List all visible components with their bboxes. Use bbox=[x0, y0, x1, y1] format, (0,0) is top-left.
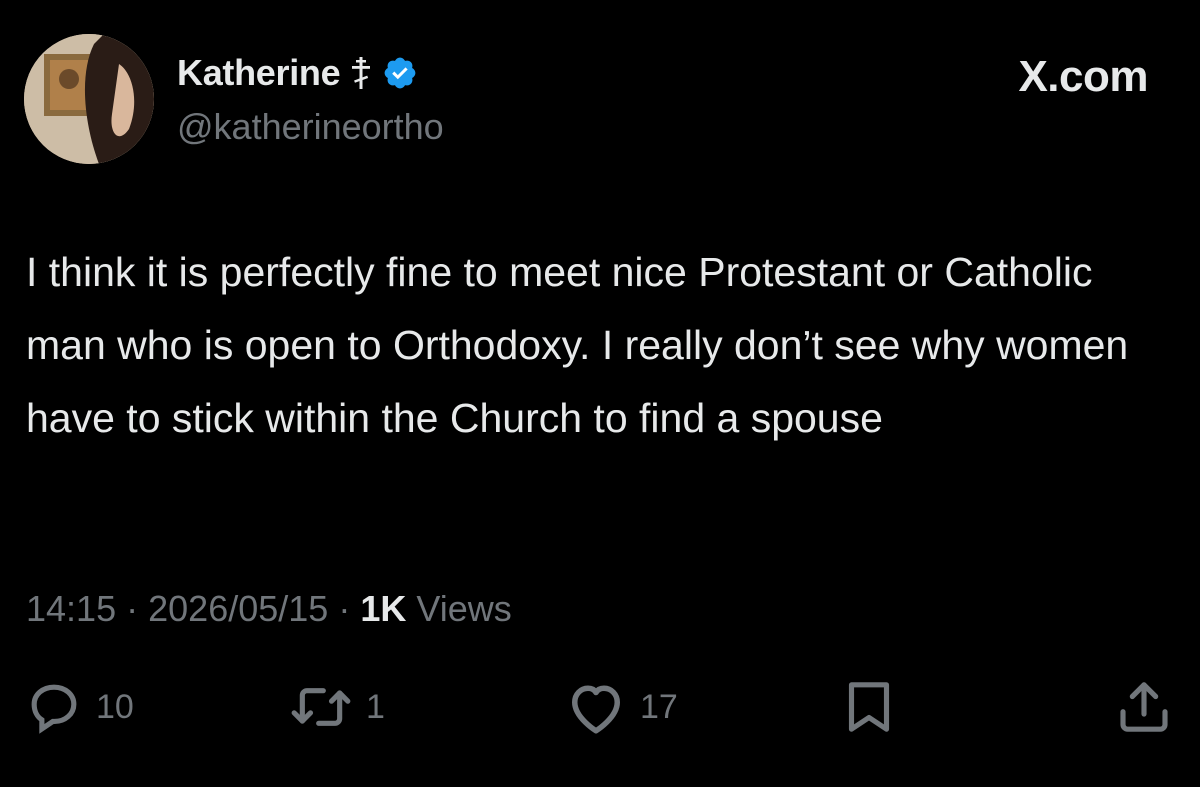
share-button[interactable] bbox=[1116, 672, 1172, 742]
display-name[interactable]: Katherine bbox=[177, 52, 341, 94]
views-label: Views bbox=[416, 588, 512, 629]
tweet-meta: 14:15 · 2026/05/15 · 1K Views bbox=[26, 588, 512, 630]
orthodox-cross-icon bbox=[350, 56, 372, 90]
author-name-row: Katherine bbox=[177, 50, 418, 96]
views-count: 1K bbox=[360, 588, 407, 629]
repost-button[interactable]: 1 bbox=[290, 672, 385, 742]
bookmark-button[interactable] bbox=[843, 672, 895, 742]
avatar[interactable] bbox=[24, 34, 154, 164]
meta-separator: · bbox=[338, 588, 351, 629]
tweet-actions: 10 1 17 bbox=[0, 672, 1200, 742]
meta-separator: · bbox=[126, 588, 139, 629]
reply-button[interactable]: 10 bbox=[26, 672, 134, 742]
reply-icon bbox=[26, 679, 82, 735]
author-handle[interactable]: @katherineortho bbox=[177, 106, 444, 148]
like-count: 17 bbox=[640, 687, 678, 726]
share-icon bbox=[1116, 679, 1172, 735]
tweet-date[interactable]: 2026/05/15 bbox=[148, 588, 328, 629]
repost-count: 1 bbox=[366, 687, 385, 726]
like-button[interactable]: 17 bbox=[566, 672, 678, 742]
site-logo: X.com bbox=[1018, 52, 1148, 101]
repost-icon bbox=[290, 679, 352, 735]
tweet-time[interactable]: 14:15 bbox=[26, 588, 116, 629]
heart-icon bbox=[566, 679, 626, 735]
verified-badge-icon[interactable] bbox=[382, 55, 418, 91]
avatar-image bbox=[24, 34, 154, 164]
reply-count: 10 bbox=[96, 687, 134, 726]
bookmark-icon bbox=[843, 679, 895, 735]
tweet-text: I think it is perfectly fine to meet nic… bbox=[26, 249, 1129, 441]
